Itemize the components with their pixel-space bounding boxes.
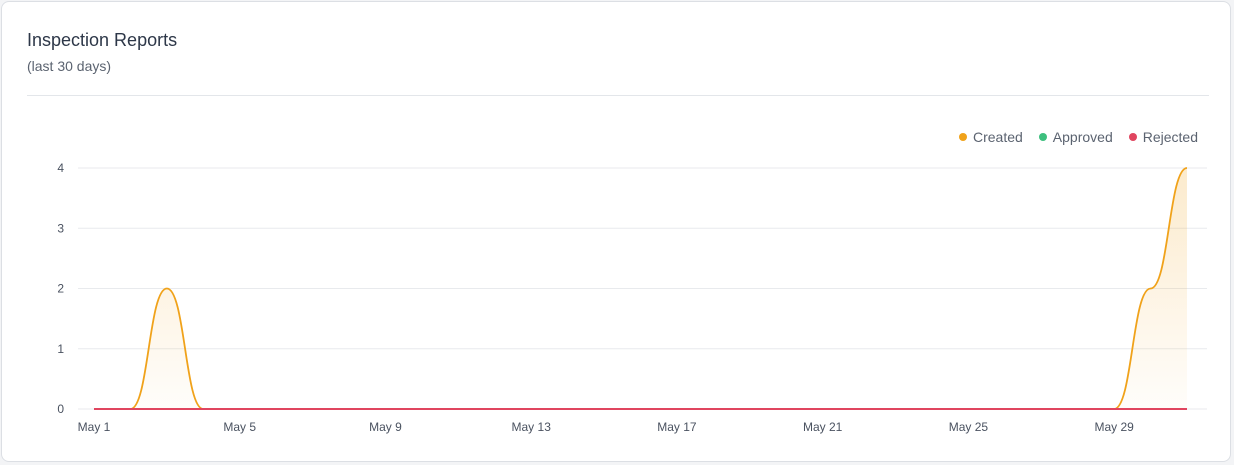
x-tick-may-29: May 29: [1094, 420, 1134, 434]
x-tick-may-9: May 9: [369, 420, 402, 434]
axis-layer: 0 1 2 3 4 May 1 May 5 May 9 May 13 May 17 May 21 Ma…: [57, 161, 1134, 434]
x-tick-may-5: May 5: [223, 420, 256, 434]
y-tick-1: 1: [57, 342, 64, 356]
grid-layer: [78, 167, 1207, 410]
x-tick-may-1: May 1: [78, 420, 111, 434]
x-tick-may-13: May 13: [512, 420, 552, 434]
y-tick-2: 2: [57, 282, 64, 296]
y-tick-0: 0: [57, 402, 64, 416]
y-tick-3: 3: [57, 221, 64, 235]
x-tick-may-17: May 17: [657, 420, 697, 434]
x-tick-may-25: May 25: [949, 420, 989, 434]
inspection-reports-chart: 0 1 2 3 4 May 1 May 5 May 9 May 13 May 17 May 21 Ma…: [57, 161, 1207, 434]
x-tick-may-21: May 21: [803, 420, 843, 434]
y-tick-4: 4: [57, 161, 64, 175]
